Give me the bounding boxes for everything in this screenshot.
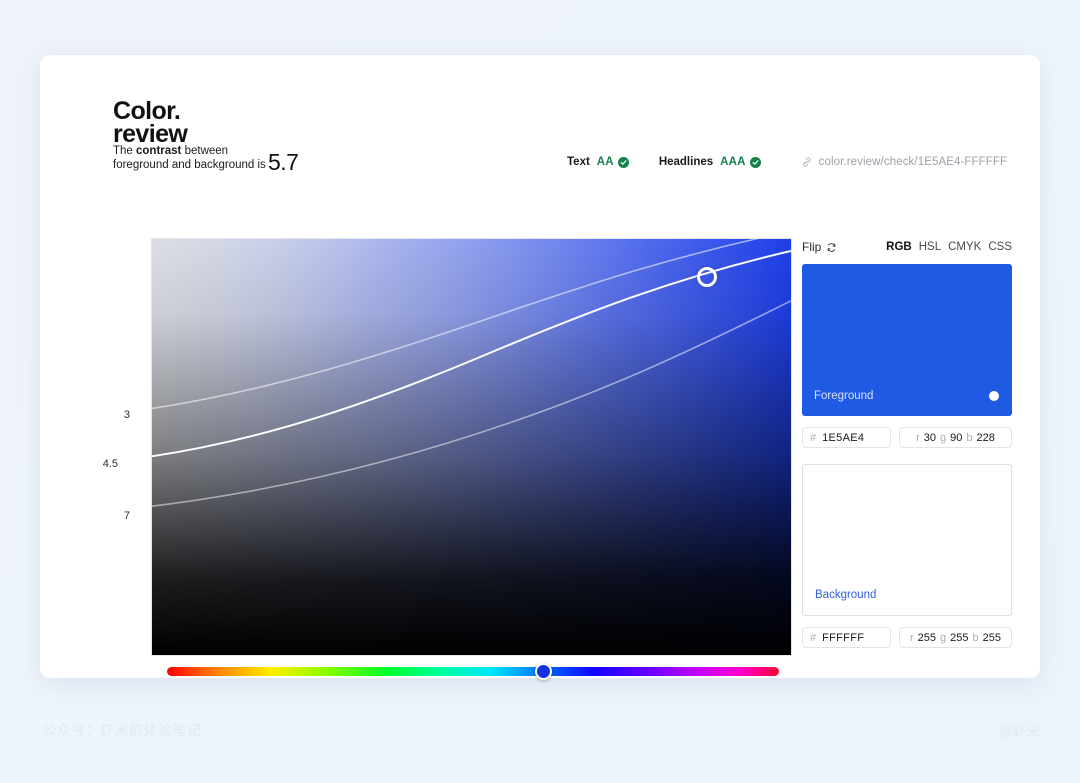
channel-r-label: r xyxy=(910,631,914,644)
hash-symbol: # xyxy=(810,431,817,444)
text-compliance-level: AA xyxy=(596,156,614,168)
channel-g-label: g xyxy=(940,431,947,444)
check-circle-icon xyxy=(749,156,761,168)
tagline: The contrast between foreground and back… xyxy=(113,144,266,173)
channel-r-label: r xyxy=(916,431,920,444)
foreground-hex-value: 1E5AE4 xyxy=(822,431,865,444)
channel-g-label: g xyxy=(940,631,947,644)
tab-css[interactable]: CSS xyxy=(988,241,1012,253)
panel-toolbar: Flip RGB HSL CMYK CSS xyxy=(802,238,1012,256)
channel-b-value: 255 xyxy=(982,631,1001,644)
hue-slider-knob[interactable] xyxy=(535,663,552,680)
axis-label-3: 3 xyxy=(123,409,130,421)
tagline-suffix: between xyxy=(181,145,229,157)
channel-r-value: 255 xyxy=(917,631,937,644)
headlines-compliance-label: Headlines xyxy=(658,156,714,168)
color-mode-tabs: RGB HSL CMYK CSS xyxy=(886,241,1012,253)
channel-b-label: b xyxy=(972,631,979,644)
background-label: Background xyxy=(815,589,877,601)
link-icon xyxy=(801,156,813,168)
contrast-ratio-value: 5.7 xyxy=(268,149,299,175)
compliance-row: Text AA Headlines AAA color.review/check… xyxy=(567,156,1007,168)
foreground-fields: # 1E5AE4 r 30 g 90 b 228 xyxy=(802,427,1012,448)
foreground-active-dot xyxy=(989,391,999,401)
tab-hsl[interactable]: HSL xyxy=(919,241,941,253)
channel-r-value: 30 xyxy=(923,431,937,444)
picker-dot[interactable] xyxy=(697,267,717,287)
refresh-icon xyxy=(826,242,837,253)
channel-b-value: 228 xyxy=(976,431,995,444)
app-logo: Color. review xyxy=(113,99,188,148)
channel-b-label: b xyxy=(966,431,973,444)
check-circle-icon xyxy=(617,156,629,168)
foreground-label: Foreground xyxy=(814,390,874,402)
tab-rgb[interactable]: RGB xyxy=(886,241,912,253)
text-compliance: Text AA xyxy=(567,156,629,168)
share-url-text: color.review/check/1E5AE4-FFFFFF xyxy=(818,156,1008,168)
tagline-line-2: foreground and background is xyxy=(113,159,266,172)
share-url[interactable]: color.review/check/1E5AE4-FFFFFF xyxy=(801,156,1008,168)
background-hex-input[interactable]: # FFFFFF xyxy=(802,627,891,648)
flip-label: Flip xyxy=(802,240,822,254)
watermark-right: @虾米 xyxy=(999,724,1040,739)
color-picker-canvas[interactable] xyxy=(151,238,792,656)
headlines-compliance-level: AAA xyxy=(720,156,746,168)
text-compliance-label: Text xyxy=(567,156,590,168)
hue-slider[interactable] xyxy=(167,667,779,676)
channel-g-value: 255 xyxy=(950,631,969,644)
background-hex-value: FFFFFF xyxy=(822,631,865,644)
foreground-rgb-input[interactable]: r 30 g 90 b 228 xyxy=(899,427,1012,448)
contrast-curves xyxy=(152,239,791,507)
axis-label-4-5: 4.5 xyxy=(102,458,118,470)
tab-cmyk[interactable]: CMYK xyxy=(948,241,981,253)
foreground-swatch[interactable]: Foreground xyxy=(802,264,1012,416)
hash-symbol: # xyxy=(810,631,817,644)
axis-label-7: 7 xyxy=(123,510,130,522)
headlines-compliance: Headlines AAA xyxy=(659,156,761,168)
background-rgb-input[interactable]: r 255 g 255 b 255 xyxy=(899,627,1012,648)
logo-line-2: review xyxy=(113,120,188,148)
watermark-left: 公众号：虾米的体验笔记 xyxy=(42,722,202,738)
flip-button[interactable]: Flip xyxy=(802,240,837,254)
tagline-bold: contrast xyxy=(136,145,182,157)
app-card: Color. review The contrast between foreg… xyxy=(40,55,1040,680)
color-side-panel: Flip RGB HSL CMYK CSS Foreground # 1E5AE… xyxy=(802,238,1012,664)
channel-g-value: 90 xyxy=(950,431,963,444)
tagline-prefix: The xyxy=(113,145,137,157)
background-swatch[interactable]: Background xyxy=(802,464,1012,616)
background-fields: # FFFFFF r 255 g 255 b 255 xyxy=(802,627,1012,648)
foreground-hex-input[interactable]: # 1E5AE4 xyxy=(802,427,891,448)
